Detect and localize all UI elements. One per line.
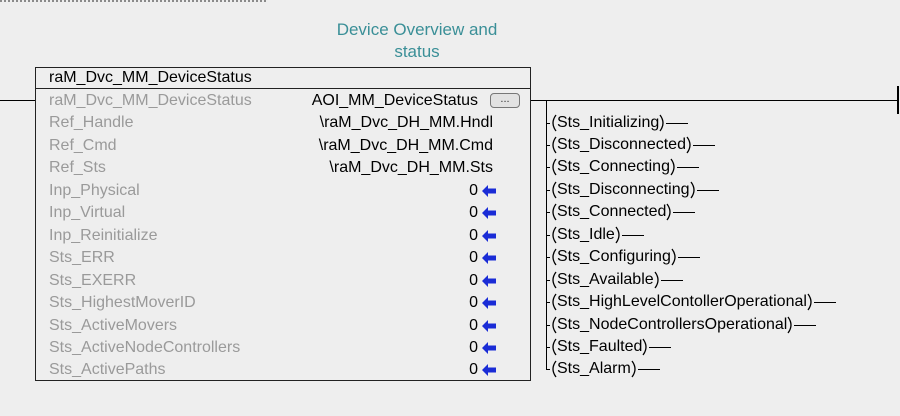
coil-tag-label: Sts_Disconnecting — [557, 180, 690, 198]
input-arrow-icon — [482, 341, 496, 354]
parameter-tag-value[interactable]: \raM_Dvc_DH_MM.Cmd — [319, 135, 493, 157]
coil-tag-label: Sts_Available — [557, 270, 654, 288]
coil-left-bracket-icon — [552, 361, 557, 378]
coil-tag-label: Sts_Alarm — [557, 360, 631, 378]
parameter-name: Sts_ActiveNodeControllers — [49, 338, 241, 356]
output-rung-wire — [531, 100, 897, 101]
aoi-instruction-block[interactable]: raM_Dvc_MM_DeviceStatus raM_Dvc_MM_Devic… — [35, 67, 531, 381]
parameter-tag-value[interactable]: \raM_Dvc_DH_MM.Hndl — [320, 112, 493, 134]
parameter-row[interactable]: Sts_ActiveMovers 0 — [36, 315, 530, 337]
coil-tag-label: Sts_Disconnected — [557, 135, 686, 153]
parameter-numeric-value[interactable]: 0 — [469, 315, 478, 337]
parameter-row[interactable]: Sts_HighestMoverID 0 — [36, 292, 530, 314]
parameter-numeric-value[interactable]: 0 — [469, 337, 478, 359]
parameter-name: Sts_HighestMoverID — [49, 294, 196, 312]
coil-left-bracket-icon — [552, 226, 557, 244]
coil-left-bracket-icon — [552, 338, 557, 356]
input-arrow-icon — [482, 184, 496, 197]
parameter-numeric-value[interactable]: 0 — [469, 270, 478, 292]
coil-left-bracket-icon — [552, 316, 557, 333]
parameter-name: Ref_Handle — [49, 114, 134, 132]
coil-wire — [649, 347, 672, 348]
parameter-name: Sts_ERR — [49, 249, 115, 267]
coil-wire — [813, 302, 836, 304]
coil-wire — [696, 189, 719, 191]
parameter-row[interactable]: Inp_Virtual 0 — [36, 202, 530, 224]
parameter-name: Inp_Virtual — [49, 204, 126, 222]
parameter-row[interactable]: Sts_ActivePaths 0 — [36, 359, 530, 381]
input-arrow-icon — [482, 229, 496, 242]
properties-ellipsis-button[interactable]: ... — [490, 93, 520, 108]
block-instance-name: raM_Dvc_MM_DeviceStatus — [36, 68, 530, 89]
coil-tag-label: Sts_Connecting — [557, 158, 670, 176]
parameter-numeric-value[interactable]: 0 — [469, 180, 478, 202]
coil-wire — [676, 167, 699, 169]
coil-wire — [794, 324, 817, 326]
parameter-row[interactable]: Ref_Sts \raM_Dvc_DH_MM.Sts — [36, 157, 530, 179]
coil-left-bracket-icon — [552, 181, 557, 199]
right-power-rail — [897, 86, 899, 114]
input-arrow-icon — [482, 297, 496, 310]
parameter-name: Sts_ActivePaths — [49, 361, 166, 379]
parameter-row[interactable]: Sts_ActiveNodeControllers 0 — [36, 337, 530, 359]
coil-left-bracket-icon — [552, 114, 557, 131]
rung-selection-border — [0, 0, 268, 2]
parameter-row[interactable]: Sts_ERR 0 — [36, 247, 530, 269]
coil-wire — [666, 122, 689, 124]
parameter-numeric-value[interactable]: 0 — [469, 202, 478, 224]
input-arrow-icon — [482, 252, 496, 265]
input-arrow-icon — [482, 319, 496, 332]
coil-wire — [660, 279, 683, 281]
coil-tag-label: Sts_Configuring — [557, 248, 671, 266]
parameter-row[interactable]: Ref_Cmd \raM_Dvc_DH_MM.Cmd — [36, 135, 530, 157]
parameter-row[interactable]: Inp_Physical 0 — [36, 180, 530, 202]
coil-tag-label: Sts_NodeControllersOperational — [557, 315, 788, 333]
parameter-name: raM_Dvc_MM_DeviceStatus — [49, 92, 252, 109]
coil-tag-label: Sts_HighLevelContollerOperational — [557, 293, 807, 311]
parameter-tag-value[interactable]: \raM_Dvc_DH_MM.Sts — [329, 157, 493, 179]
parameter-row[interactable]: raM_Dvc_MM_DeviceStatus AOI_MM_DeviceStat… — [36, 90, 530, 112]
parameter-name: Sts_ActiveMovers — [49, 316, 178, 334]
left-rung-wire — [0, 100, 35, 101]
input-arrow-icon — [482, 274, 496, 287]
coil-left-bracket-icon — [552, 271, 557, 289]
parameter-numeric-value[interactable]: 0 — [469, 247, 478, 269]
coil-wire — [673, 212, 696, 214]
coil-wire — [677, 257, 700, 259]
coil-tag-label: Sts_Connected — [557, 203, 667, 221]
coil-wire — [621, 234, 644, 236]
input-arrow-icon — [482, 364, 496, 377]
parameter-name: Ref_Sts — [49, 159, 106, 177]
parameter-numeric-value[interactable]: 0 — [469, 292, 478, 314]
parameter-row[interactable]: Sts_EXERR 0 — [36, 270, 530, 292]
parameter-row[interactable]: Inp_Reinitialize 0 — [36, 225, 530, 247]
parameter-name: Inp_Reinitialize — [49, 226, 158, 244]
parameter-name: Inp_Physical — [49, 181, 140, 199]
parameter-row[interactable]: Ref_Handle \raM_Dvc_DH_MM.Hndl — [36, 112, 530, 134]
rung-comment: Device Overview and status — [336, 20, 498, 61]
parameter-name: Ref_Cmd — [49, 136, 117, 154]
coil-left-bracket-icon — [552, 159, 557, 176]
parameter-numeric-value[interactable]: 0 — [469, 225, 478, 247]
coil-tag-label: Sts_Idle — [557, 225, 615, 243]
parameter-numeric-value[interactable]: 0 — [469, 359, 478, 381]
coil-left-bracket-icon — [552, 248, 557, 266]
parameter-name: Sts_EXERR — [49, 271, 137, 289]
input-arrow-icon — [482, 207, 496, 220]
coil-left-bracket-icon — [552, 293, 557, 311]
coil-tag-label: Sts_Faulted — [557, 338, 643, 355]
coil-wire — [637, 369, 660, 371]
aoi-type-value: AOI_MM_DeviceStatus — [311, 92, 478, 109]
coil-wire — [692, 144, 715, 146]
coil-left-bracket-icon — [552, 136, 557, 154]
coil-tag-label: Sts_Initializing — [557, 113, 660, 131]
coil-left-bracket-icon — [552, 203, 557, 221]
